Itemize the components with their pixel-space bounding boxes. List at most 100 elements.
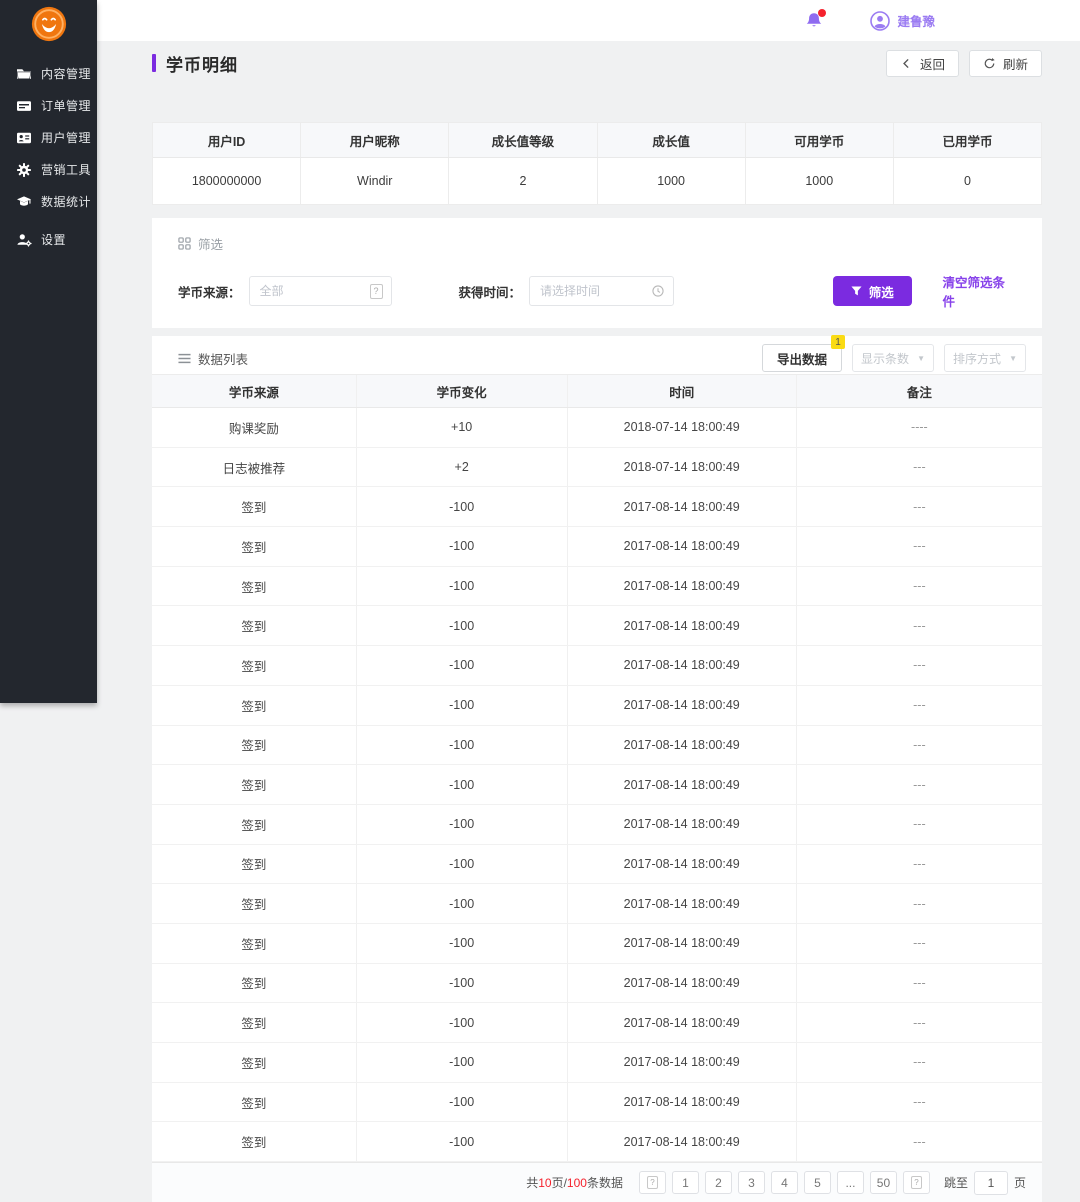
list-actions: 导出数据 1 显示条数 ▼ 排序方式 ▼ xyxy=(761,335,1026,372)
data-table-header-cell: 学币变化 xyxy=(357,375,568,407)
username: 建鲁豫 xyxy=(897,15,935,29)
table-cell: --- xyxy=(913,539,926,554)
table-row: 签到 -100 2017-08-14 18:00:49 --- xyxy=(152,566,1042,607)
sidebar-item-settings[interactable]: 设置 xyxy=(0,224,97,256)
table-cell: 2018-07-14 18:00:49 xyxy=(568,408,797,447)
funnel-icon xyxy=(851,285,862,297)
user-table-header-cell: 成长值 xyxy=(598,123,746,157)
time-picker-input[interactable] xyxy=(530,284,651,298)
filter-button[interactable]: 筛选 xyxy=(832,276,912,306)
sort-select[interactable]: 排序方式 ▼ xyxy=(944,344,1026,372)
head-actions: 返回 刷新 xyxy=(885,49,1042,77)
page-button-3[interactable]: 3 xyxy=(737,1171,765,1194)
page-buttons: 1 2 3 4 5... 50 xyxy=(671,1171,897,1194)
table-cell: --- xyxy=(913,896,926,911)
table-row: 签到 -100 2017-08-14 18:00:49 --- xyxy=(152,487,1042,528)
user-menu[interactable]: 建鲁豫 xyxy=(870,10,935,31)
pagination-summary: 共10页/100条数据 xyxy=(526,1176,623,1190)
table-cell: 签到 xyxy=(152,884,357,923)
sidebar-item-label: 数据统计 xyxy=(41,195,92,209)
table-cell: -100 xyxy=(357,646,568,685)
table-cell: --- xyxy=(913,698,926,713)
clear-filter-link[interactable]: 清空筛选条件 xyxy=(943,272,1016,310)
page-button-1[interactable]: 1 xyxy=(671,1171,699,1194)
table-cell: 签到 xyxy=(152,646,357,685)
page-button-4[interactable]: 4 xyxy=(770,1171,798,1194)
app-logo[interactable] xyxy=(0,0,97,44)
back-button[interactable]: 返回 xyxy=(885,49,959,77)
logo-coin-icon xyxy=(30,5,68,43)
table-cell: 2017-08-14 18:00:49 xyxy=(568,1003,797,1042)
sidebar: 内容管理 订单管理 用户管理 营销工具数据统计设置 xyxy=(0,0,97,703)
export-wrap: 导出数据 1 xyxy=(761,335,845,372)
filter-section-title: 筛选 xyxy=(178,234,1016,253)
notification-bell-icon[interactable] xyxy=(804,8,827,31)
sidebar-item-stats[interactable]: 数据统计 xyxy=(0,186,97,218)
table-cell: --- xyxy=(913,1015,926,1030)
export-badge: 1 xyxy=(831,335,845,349)
table-cell: 签到 xyxy=(152,1043,357,1082)
chevron-down-icon: ▼ xyxy=(917,353,925,363)
source-select-input[interactable] xyxy=(249,284,370,298)
source-label: 学币来源： xyxy=(178,285,241,300)
table-row: 签到 -100 2017-08-14 18:00:49 --- xyxy=(152,725,1042,766)
table-row: 签到 -100 2017-08-14 18:00:49 --- xyxy=(152,606,1042,647)
table-cell: -100 xyxy=(357,1043,568,1082)
table-cell: 签到 xyxy=(152,963,357,1003)
sidebar-item-content[interactable]: 内容管理 xyxy=(0,58,97,90)
page-size-select[interactable]: 显示条数 ▼ xyxy=(852,344,934,372)
table-cell: --- xyxy=(913,1095,926,1110)
table-row: 签到 -100 2017-08-14 18:00:49 --- xyxy=(152,844,1042,885)
refresh-button[interactable]: 刷新 xyxy=(968,49,1042,77)
user-table-value-cell: 0 xyxy=(963,174,971,188)
sidebar-item-orders[interactable]: 订单管理 xyxy=(0,90,97,122)
table-cell: 签到 xyxy=(152,804,357,844)
page-ellipsis[interactable]: ... xyxy=(836,1171,864,1194)
table-cell: 2017-08-14 18:00:49 xyxy=(568,566,797,606)
table-cell: 2017-08-14 18:00:49 xyxy=(568,963,797,1003)
graduation-cap-icon xyxy=(16,194,32,210)
pagination: 共10页/100条数据 ? 12345...50 ? 跳至 页 xyxy=(152,1162,1042,1202)
user-table-value-row: 1800000000 Windir 2 1000 1000 0 xyxy=(153,158,1041,204)
page-button-50[interactable]: 50 xyxy=(869,1171,897,1194)
sidebar-item-marketing[interactable]: 营销工具 xyxy=(0,154,97,186)
table-row: 签到 -100 2017-08-14 18:00:49 --- xyxy=(152,884,1042,924)
time-picker[interactable] xyxy=(529,276,674,306)
placeholder-box-icon: ? xyxy=(910,1176,922,1189)
prev-page-button[interactable]: ? xyxy=(638,1171,666,1194)
export-button[interactable]: 导出数据 xyxy=(761,344,842,372)
source-select[interactable]: ? xyxy=(248,276,392,306)
table-cell: -100 xyxy=(357,566,568,606)
table-cell: 签到 xyxy=(152,923,357,963)
table-cell: 签到 xyxy=(152,725,357,765)
table-cell: 签到 xyxy=(152,566,357,606)
table-cell: -100 xyxy=(357,804,568,844)
table-cell: --- xyxy=(913,936,926,951)
table-cell: 2017-08-14 18:00:49 xyxy=(568,765,797,804)
table-cell: -100 xyxy=(357,765,568,804)
chevron-down-icon: ▼ xyxy=(1009,353,1017,363)
table-cell: 2017-08-14 18:00:49 xyxy=(568,1122,797,1162)
jump-page-input[interactable] xyxy=(973,1170,1008,1195)
next-page-button[interactable]: ? xyxy=(902,1171,930,1194)
data-table-header-cell: 备注 xyxy=(906,385,932,400)
user-table-header-cell: 用户昵称 xyxy=(301,123,450,157)
title-accent-bar xyxy=(152,54,156,72)
table-cell: --- xyxy=(913,618,926,633)
table-cell: 签到 xyxy=(152,765,357,804)
sidebar-item-users[interactable]: 用户管理 xyxy=(0,122,97,154)
table-cell: -100 xyxy=(357,844,568,884)
page-head: 学币明细 返回 刷新 xyxy=(152,48,1042,78)
table-cell: 签到 xyxy=(152,606,357,646)
page-button-2[interactable]: 2 xyxy=(704,1171,732,1194)
table-cell: 2017-08-14 18:00:49 xyxy=(568,527,797,566)
refresh-icon xyxy=(983,57,996,70)
table-cell: 2017-08-14 18:00:49 xyxy=(568,923,797,963)
page-title: 学币明细 xyxy=(152,51,238,76)
user-table-header-cell: 可用学币 xyxy=(746,123,894,157)
table-row: 日志被推荐 +2 2018-07-14 18:00:49 --- xyxy=(152,447,1042,488)
gear-icon xyxy=(16,162,32,178)
table-cell: -100 xyxy=(357,1122,568,1162)
data-list-panel: 数据列表 导出数据 1 显示条数 ▼ 排序方式 ▼ 学币来源 学币变化 时间 备注 购… xyxy=(152,335,1042,1202)
page-button-5[interactable]: 5 xyxy=(803,1171,831,1194)
